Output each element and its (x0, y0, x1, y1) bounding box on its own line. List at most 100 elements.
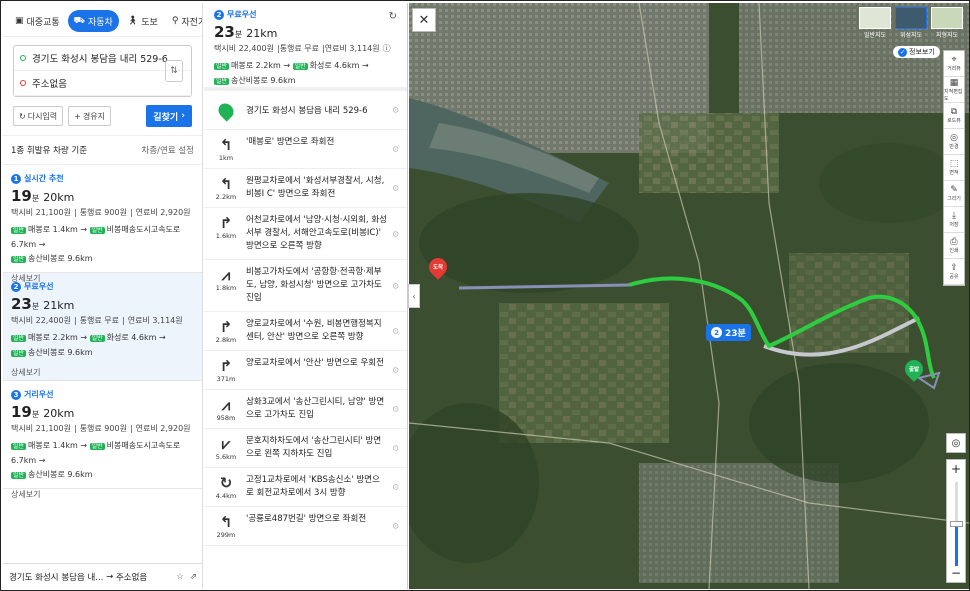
tool-label: 그리기 (947, 196, 961, 202)
map-tool-5[interactable]: ⬚ 면적 (944, 155, 964, 181)
location-pin-icon[interactable]: ⊙ (392, 184, 399, 193)
reset-button[interactable]: ↻ 다시입력 (13, 106, 64, 126)
route-time-badge[interactable]: 2 23분 (706, 324, 751, 341)
swap-icon[interactable]: ⇅ (165, 60, 183, 82)
arrow-icon: → (156, 333, 166, 342)
share-icon[interactable]: ⇗ (190, 572, 197, 582)
route-time-unit: 분 (234, 30, 243, 39)
map-tool-6[interactable]: ✎ 그리기 (944, 181, 964, 207)
location-pin-icon[interactable]: ⊙ (392, 281, 399, 290)
detail-link[interactable]: 상세보기 (11, 489, 194, 500)
location-pin-icon[interactable]: ⊙ (392, 522, 399, 531)
step-icon-col: ↱ 2.8km (212, 318, 240, 344)
refresh-icon[interactable]: ↻ (389, 11, 397, 22)
route-option[interactable]: 3 거리우선 19분 20km 택시비 21,100원 | 통행료 900원 | 연료비 2,9… (3, 381, 202, 499)
location-pin-icon[interactable]: ⊙ (392, 327, 399, 336)
map-tool-4[interactable]: ◎ 반경 (944, 129, 964, 155)
route-step[interactable]: ↰ 2.2km 원평교차로에서 '화성서부경찰서, 시청, 비봉I C' 방면으로 … (204, 169, 407, 208)
road-row: 일반 송산비봉로 9.6km (11, 346, 194, 361)
map-tool-3[interactable]: ⧉ 로드뷰 (944, 103, 964, 129)
maptype-terrain[interactable]: 지형지도 (931, 7, 963, 39)
star-icon[interactable]: ☆ (176, 572, 184, 582)
help-icon[interactable]: ⓘ (383, 44, 391, 53)
route-step[interactable]: ↱ 1.6km 어천교차로에서 '남양·시청·시외회, 화성서부 경찰서, 서해안고… (204, 208, 407, 260)
tool-label: 면적 (949, 170, 959, 176)
add-waypoint-button[interactable]: + 경유지 (68, 106, 111, 126)
route-step[interactable]: 경기도 화성시 봉담읍 내리 529-6 ⊙ (204, 91, 407, 130)
location-pin-icon[interactable]: ⊙ (392, 229, 399, 238)
step-icon-col: ↰ 299m (212, 513, 240, 539)
step-distance: 2.8km (215, 336, 237, 344)
tool-icon: ✎ (950, 185, 958, 195)
route-step[interactable]: ⩘ 958m 삼화3교에서 '송산그린시티, 남양' 방면으로 고가차도 진입 ⊙ (204, 390, 407, 429)
route-label: 1 실시간 추천 (11, 173, 194, 184)
road-segment: 매봉로 2.2km (28, 333, 78, 342)
map-tool-1[interactable]: ⌖ 거리뷰 (944, 51, 964, 77)
detail-link[interactable]: 상세보기 (11, 367, 194, 378)
map-thumb (859, 7, 891, 29)
route-step[interactable]: ↰ 299m '공룡로487번길' 방면으로 좌회전 ⊙ (204, 507, 407, 546)
road-tag: 일반 (89, 335, 105, 342)
road-row: 일반 송산비봉로 9.6km (11, 468, 194, 483)
location-pin-icon[interactable]: ⊙ (392, 483, 399, 492)
route-step[interactable]: ↱ 2.8km 양로교차로에서 '수원, 비봉면행정복지센터, 안산' 방면으로 오… (204, 312, 407, 351)
map-tool-7[interactable]: ⤓ 저장 (944, 207, 964, 233)
route-time: 23 (214, 23, 235, 41)
zoom-out-button[interactable]: − (951, 564, 961, 582)
location-pin-icon[interactable]: ⊙ (392, 106, 399, 115)
tool-label: 거리뷰 (947, 66, 961, 72)
route-step[interactable]: ⩘ 1.8km 비봉고가차도에서 '공항항·전곡항·제부도, 남양, 화성시청' 방… (204, 260, 407, 312)
info-toggle[interactable]: ✓ 정보보기 (893, 46, 940, 58)
route-option[interactable]: 1 실시간 추천 19분 20km 택시비 21,100원 | 통행료 900원 | 연료비 2… (3, 165, 202, 283)
fuel-fee: 연료비 2,920원 (135, 208, 191, 217)
map-toolbar: ⌖ 거리뷰 ▦ 지적편집도 ⧉ 로드뷰 ◎ 반경 ⬚ 면적 ✎ 그리기 ⤓ 저장 ⎙ 인쇄 ⇪ 공유 (943, 50, 965, 286)
maptype-satellite[interactable]: 위성지도 (895, 7, 927, 39)
maptype-normal[interactable]: 일반지도 (859, 7, 891, 39)
tab-car[interactable]: ⛟ 자동차 (67, 10, 119, 32)
satellite-map[interactable]: ✕ 일반지도 위성지도 지형지도 ✓ 정보보기 ⌖ 거리뷰 ▦ 지적편집도 ⧉ 로드뷰 ◎ 반경… (409, 3, 969, 589)
route-number-badge: 2 (11, 281, 21, 292)
tool-label: 공유 (949, 274, 959, 280)
arrow-icon: → (36, 240, 46, 249)
tab-bike[interactable]: ⚲자전거 (166, 10, 202, 32)
vehicle-settings-link[interactable]: 차종/연료 설정 (142, 144, 195, 156)
step-distance: 299m (216, 531, 236, 539)
zoom-in-button[interactable]: + (951, 460, 961, 478)
road-tag: 일반 (11, 350, 27, 357)
road-row: 일반 매봉로 2.2km → 일반 화성로 4.6km → (214, 59, 397, 74)
tab-label: 자전거 (181, 17, 202, 28)
map-tool-2[interactable]: ▦ 지적편집도 (944, 77, 964, 103)
location-pin-icon[interactable]: ⊙ (392, 405, 399, 414)
step-distance: 2.2km (215, 193, 237, 201)
turn-icon: ↰ (219, 513, 233, 531)
zoom-slider[interactable] (949, 482, 963, 566)
map-thumb (895, 7, 927, 29)
route-step[interactable]: ↻ 4.4km 고정1교차로에서 'KBS송신소' 방면으로 회전교차로에서 3시 … (204, 468, 407, 507)
close-icon[interactable]: ✕ (412, 8, 436, 32)
tab-walk[interactable]: 🚶︎ 도보 (121, 10, 164, 32)
find-route-button[interactable]: 길찾기 › (146, 105, 192, 127)
collapse-panel-button[interactable]: ‹ (408, 284, 420, 308)
map-tool-8[interactable]: ⎙ 인쇄 (944, 233, 964, 259)
location-pin-icon[interactable]: ⊙ (392, 444, 399, 453)
vehicle-basis: 1종 휘발유 차량 기준 (11, 146, 88, 156)
tool-icon: ⬚ (949, 159, 959, 169)
step-instruction: '매봉로' 방면으로 좌회전 (246, 137, 335, 147)
map-tool-9[interactable]: ⇪ 공유 (944, 259, 964, 285)
route-step[interactable]: ⩗ 5.6km 문호지하차도에서 '송산그린시티' 방면으로 왼쪽 지하차도 진입 ⊙ (204, 429, 407, 468)
road-segment: 매봉로 1.4km (28, 225, 78, 234)
zoom-knob[interactable] (949, 521, 963, 527)
route-step[interactable]: ↱ 371m 양로교차로에서 '안산' 방면으로 우회전 ⊙ (204, 351, 407, 390)
route-option[interactable]: 2 무료우선 23분 21km 택시비 22,400원 | 통행료 무료 | 연료비 3,114… (3, 273, 202, 381)
tab-transit[interactable]: ▣ 대중교통 (9, 10, 66, 32)
route-distance: 21km (43, 299, 75, 312)
location-pin-icon[interactable]: ⊙ (392, 145, 399, 154)
left-footer: 경기도 화성시 봉담읍 내... → 주소없음 ☆ ⇗ (3, 563, 202, 589)
my-location-icon[interactable]: ◎ (946, 433, 966, 453)
step-instruction: 원평교차로에서 '화성서부경찰서, 시청, 비봉I C' 방면으로 좌회전 (246, 176, 385, 199)
step-icon-col: ↱ 371m (212, 357, 240, 383)
route-step[interactable]: ↰ 1km '매봉로' 방면으로 좌회전 ⊙ (204, 130, 407, 169)
step-icon-col (212, 100, 240, 122)
route-time-unit: 분 (31, 302, 40, 311)
location-pin-icon[interactable]: ⊙ (392, 366, 399, 375)
